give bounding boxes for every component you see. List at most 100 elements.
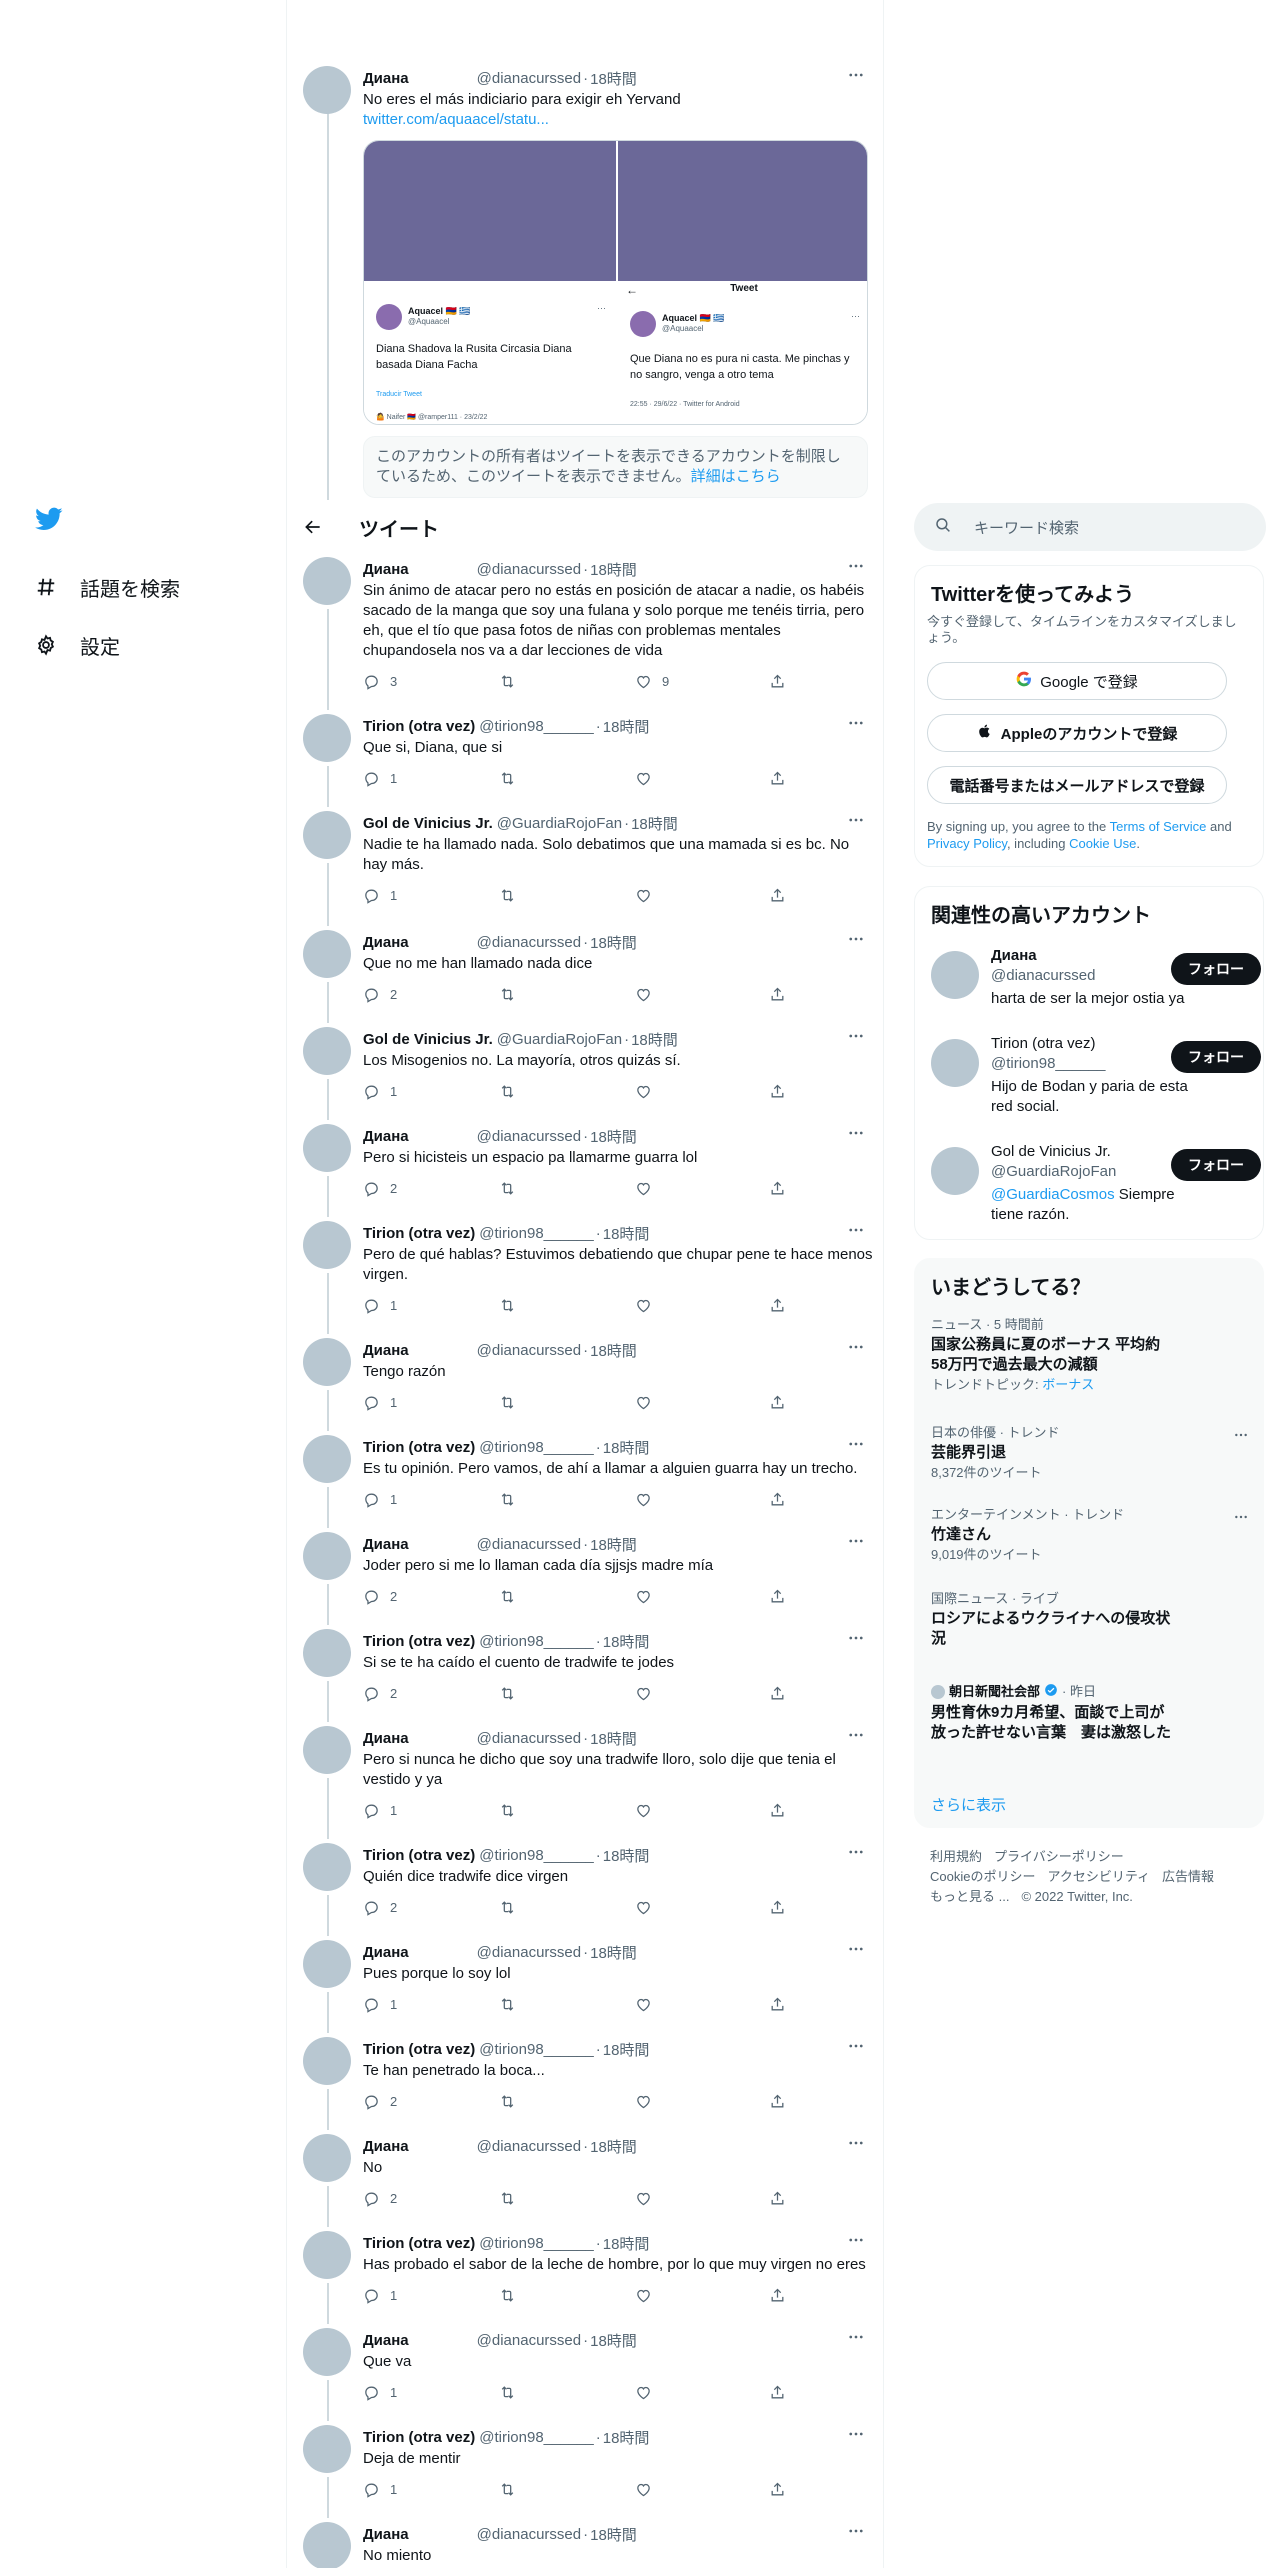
phone-email-signup-button[interactable]: 電話番号またはメールアドレスで登録 — [927, 766, 1227, 804]
reply-button[interactable]: 2 — [363, 2188, 397, 2208]
share-button[interactable] — [769, 2382, 786, 2402]
share-button[interactable] — [769, 1897, 786, 1917]
more-icon[interactable] — [845, 1219, 867, 1241]
share-button[interactable] — [769, 2188, 786, 2208]
more-icon[interactable] — [845, 809, 867, 831]
more-icon[interactable] — [845, 1841, 867, 1863]
footer-link[interactable]: もっと見る ... — [930, 1889, 1009, 1904]
share-button[interactable] — [769, 1392, 786, 1412]
like-button[interactable] — [635, 1800, 662, 1820]
footer-link[interactable]: 広告情報 — [1162, 1869, 1214, 1884]
reply-button[interactable]: 2 — [363, 1683, 397, 1703]
account-name[interactable]: Tirion (otra vez) — [991, 1035, 1095, 1052]
tweet-time[interactable]: 18時間 — [590, 1340, 637, 1361]
avatar[interactable] — [303, 1124, 351, 1172]
retweet-button[interactable] — [499, 1081, 526, 1101]
more-icon[interactable] — [845, 1433, 867, 1455]
reply-button[interactable]: 1 — [363, 2382, 397, 2402]
tweet-author-name[interactable]: Tirion (otra vez) — [363, 2235, 475, 2252]
reply-button[interactable]: 2 — [363, 1897, 397, 1917]
show-more-link[interactable]: さらに表示 — [931, 1794, 1006, 1815]
follow-button[interactable]: フォロー — [1171, 1149, 1261, 1181]
trend-item[interactable]: ニュース · 5 時間前 国家公務員に夏のボーナス 平均約58万円で過去最大の減… — [931, 1317, 1251, 1393]
retweet-button[interactable] — [499, 1683, 526, 1703]
footer-link[interactable]: アクセシビリティ — [1047, 1869, 1150, 1884]
more-icon[interactable] — [845, 1336, 867, 1358]
reply-button[interactable]: 1 — [363, 1489, 397, 1509]
tweet-author-name[interactable]: Диана — [363, 70, 409, 87]
share-button[interactable] — [769, 1800, 786, 1820]
tweet-author-handle[interactable]: @tirion98______ — [479, 1225, 593, 1242]
reply-button[interactable]: 1 — [363, 2479, 397, 2499]
avatar[interactable] — [303, 811, 351, 859]
more-icon[interactable] — [845, 1530, 867, 1552]
tweet-time[interactable]: 18時間 — [590, 68, 637, 89]
retweet-button[interactable] — [499, 768, 526, 788]
tweet-author-handle[interactable]: @tirion98______ — [479, 1847, 593, 1864]
like-button[interactable] — [635, 1295, 662, 1315]
avatar[interactable] — [303, 1338, 351, 1386]
like-button[interactable] — [635, 984, 662, 1004]
tweet-author-handle[interactable]: @dianacurssed — [477, 2526, 581, 2543]
tweet-author-name[interactable]: Tirion (otra vez) — [363, 2429, 475, 2446]
share-button[interactable] — [769, 2479, 786, 2499]
avatar[interactable] — [303, 2134, 351, 2182]
tweet-time[interactable]: 18時間 — [590, 2524, 637, 2545]
retweet-button[interactable] — [499, 2188, 526, 2208]
more-icon[interactable] — [1231, 1425, 1251, 1445]
google-signup-button[interactable]: Google で登録 — [927, 662, 1227, 700]
tweet-author-handle[interactable]: @dianacurssed — [477, 1342, 581, 1359]
account-handle[interactable]: @tirion98______ — [991, 1055, 1105, 1072]
tweet-author-handle[interactable]: @dianacurssed — [477, 1536, 581, 1553]
apple-signup-button[interactable]: Appleのアカウントで登録 — [927, 714, 1227, 752]
share-button[interactable] — [769, 1683, 786, 1703]
trend-item[interactable]: 国際ニュース · ライブ ロシアによるウクライナへの侵攻状況 — [931, 1591, 1251, 1649]
tweet-author-handle[interactable]: @dianacurssed — [477, 2138, 581, 2155]
avatar[interactable] — [931, 951, 979, 999]
reply-button[interactable]: 1 — [363, 768, 397, 788]
footer-link[interactable]: 利用規約 — [930, 1849, 982, 1864]
tweet-author-handle[interactable]: @dianacurssed — [477, 934, 581, 951]
like-button[interactable] — [635, 768, 662, 788]
reply-button[interactable]: 3 — [363, 671, 397, 691]
tweet-author-name[interactable]: Диана — [363, 1342, 409, 1359]
share-button[interactable] — [769, 2091, 786, 2111]
account-handle[interactable]: @dianacurssed — [991, 967, 1095, 984]
back-arrow-icon[interactable] — [303, 517, 323, 537]
tweet-time[interactable]: 18時間 — [590, 1728, 637, 1749]
tweet-author-name[interactable]: Диана — [363, 1730, 409, 1747]
avatar[interactable] — [303, 930, 351, 978]
share-button[interactable] — [769, 671, 786, 691]
tweet-author-name[interactable]: Gol de Vinicius Jr. — [363, 815, 493, 832]
retweet-button[interactable] — [499, 1392, 526, 1412]
retweet-button[interactable] — [499, 1897, 526, 1917]
reply-button[interactable]: 2 — [363, 984, 397, 1004]
learn-more-link[interactable]: 詳細はこちら — [691, 468, 781, 485]
avatar[interactable] — [303, 714, 351, 762]
retweet-button[interactable] — [499, 2285, 526, 2305]
account-name[interactable]: Gol de Vinicius Jr. — [991, 1143, 1111, 1160]
account-name[interactable]: Диана — [991, 947, 1037, 964]
more-icon[interactable] — [845, 2035, 867, 2057]
more-icon[interactable] — [845, 1627, 867, 1649]
like-button[interactable] — [635, 1897, 662, 1917]
share-button[interactable] — [769, 1081, 786, 1101]
tweet-time[interactable]: 18時間 — [590, 559, 637, 580]
account-item[interactable]: Gol de Vinicius Jr. @GuardiaRojoFan @Gua… — [931, 1143, 1261, 1233]
retweet-button[interactable] — [499, 1178, 526, 1198]
tweet-time[interactable]: 18時間 — [603, 1437, 650, 1458]
tweet-author-handle[interactable]: @dianacurssed — [477, 561, 581, 578]
avatar[interactable] — [303, 1726, 351, 1774]
avatar[interactable] — [303, 2522, 351, 2568]
trend-topic-link[interactable]: ボーナス — [1042, 1377, 1094, 1392]
avatar[interactable] — [303, 2037, 351, 2085]
more-icon[interactable] — [845, 1122, 867, 1144]
tweet-author-handle[interactable]: @tirion98______ — [479, 718, 593, 735]
terms-of-service-link[interactable]: Terms of Service — [1110, 819, 1207, 834]
reply-button[interactable]: 1 — [363, 1081, 397, 1101]
tweet-time[interactable]: 18時間 — [603, 2427, 650, 2448]
tweet-time[interactable]: 18時間 — [590, 2136, 637, 2157]
more-icon[interactable] — [845, 1938, 867, 1960]
retweet-button[interactable] — [499, 1994, 526, 2014]
like-button[interactable] — [635, 1489, 662, 1509]
